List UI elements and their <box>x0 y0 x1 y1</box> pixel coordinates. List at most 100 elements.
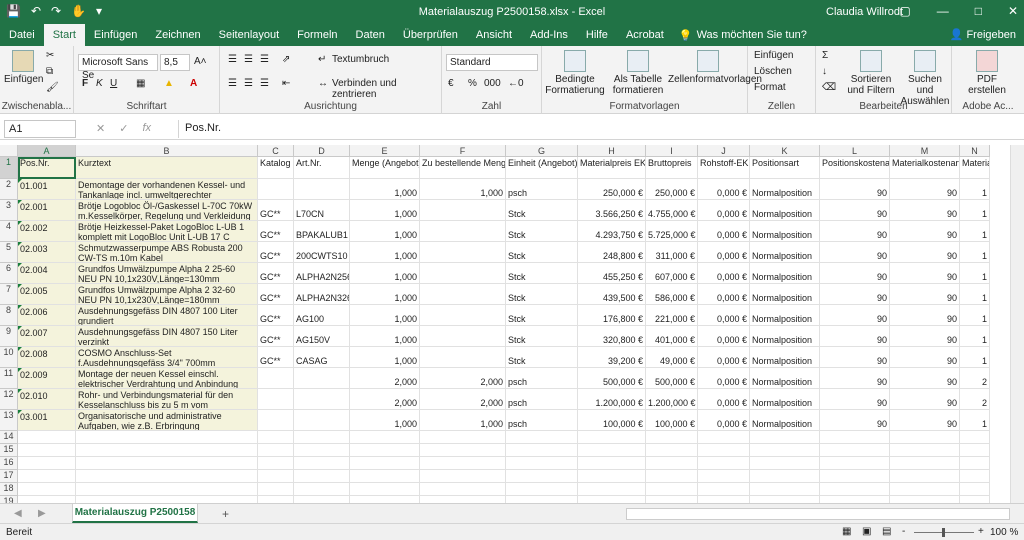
table-cell[interactable]: 90 <box>820 242 890 263</box>
table-cell[interactable] <box>960 470 990 483</box>
table-cell[interactable] <box>350 431 420 444</box>
table-cell[interactable] <box>420 326 506 347</box>
table-cell[interactable]: Stck <box>506 326 578 347</box>
row-header[interactable]: 2 <box>0 179 18 200</box>
table-cell[interactable]: Stck <box>506 221 578 242</box>
table-cell[interactable]: 2,000 <box>350 389 420 410</box>
table-cell[interactable] <box>420 483 506 496</box>
table-cell[interactable]: 0,000 € <box>698 305 750 326</box>
borders-icon[interactable]: ▦ <box>136 78 145 89</box>
cell-styles-button[interactable]: Zellenformatvorlagen <box>668 50 762 85</box>
tab-start[interactable]: Start <box>43 24 85 46</box>
table-cell[interactable] <box>420 496 506 503</box>
table-cell[interactable]: 100,000 € <box>646 410 698 431</box>
page-break-icon[interactable]: ▤ <box>882 526 891 537</box>
table-cell[interactable] <box>420 221 506 242</box>
table-cell[interactable]: ALPHA2N3260 <box>294 284 350 305</box>
tab-acrobat[interactable]: Acrobat <box>617 24 673 46</box>
table-cell[interactable]: 4.293,750 € <box>578 221 646 242</box>
table-cell[interactable]: 90 <box>820 221 890 242</box>
table-cell[interactable] <box>18 470 76 483</box>
header-cell[interactable]: Zu bestellende Menge <box>420 157 506 179</box>
table-cell[interactable]: GC** <box>258 200 294 221</box>
table-cell[interactable]: 02.007 <box>18 326 76 347</box>
table-cell[interactable]: Schmutzwasserpumpe ABS Robusta 200 CW-TS… <box>76 242 258 263</box>
table-cell[interactable]: 90 <box>820 284 890 305</box>
table-cell[interactable] <box>750 457 820 470</box>
table-cell[interactable] <box>258 368 294 389</box>
table-cell[interactable]: 0,000 € <box>698 200 750 221</box>
table-cell[interactable]: 02.005 <box>18 284 76 305</box>
row-header[interactable]: 7 <box>0 284 18 305</box>
table-cell[interactable]: 2,000 <box>420 368 506 389</box>
header-cell[interactable]: Pos.Nr. <box>18 157 76 179</box>
table-cell[interactable]: 1.200,000 € <box>646 389 698 410</box>
column-header-k[interactable]: K <box>750 145 820 157</box>
table-cell[interactable]: 90 <box>890 263 960 284</box>
align-top-icon[interactable]: ☰ <box>228 54 237 65</box>
row-header[interactable]: 12 <box>0 389 18 410</box>
table-cell[interactable]: psch <box>506 179 578 200</box>
table-cell[interactable]: Normalposition <box>750 284 820 305</box>
table-cell[interactable]: psch <box>506 389 578 410</box>
table-cell[interactable]: 90 <box>890 179 960 200</box>
table-cell[interactable]: L70CN <box>294 200 350 221</box>
vertical-scrollbar[interactable] <box>1010 145 1024 503</box>
font-name-select[interactable]: Microsoft Sans Se <box>78 54 158 81</box>
insert-function-icon[interactable]: fx <box>142 122 151 135</box>
normal-view-icon[interactable]: ▦ <box>842 526 851 537</box>
table-cell[interactable]: 2,000 <box>420 389 506 410</box>
clear-icon[interactable]: ⌫ <box>822 82 836 93</box>
column-header-j[interactable]: J <box>698 145 750 157</box>
table-cell[interactable]: Brötje Logobloc Öl-/Gaskessel L-70C 70kW… <box>76 200 258 221</box>
table-cell[interactable] <box>960 457 990 470</box>
table-cell[interactable]: 0,000 € <box>698 284 750 305</box>
table-cell[interactable]: 02.010 <box>18 389 76 410</box>
row-header[interactable]: 3 <box>0 200 18 221</box>
table-cell[interactable] <box>960 444 990 457</box>
table-cell[interactable] <box>646 444 698 457</box>
table-cell[interactable]: 1 <box>960 242 990 263</box>
table-cell[interactable]: 90 <box>820 410 890 431</box>
table-cell[interactable] <box>750 496 820 503</box>
row-header[interactable]: 18 <box>0 483 18 496</box>
table-cell[interactable] <box>506 457 578 470</box>
table-cell[interactable]: 02.006 <box>18 305 76 326</box>
row-header[interactable]: 6 <box>0 263 18 284</box>
table-cell[interactable]: 401,000 € <box>646 326 698 347</box>
indent-icon[interactable]: ⇤ <box>282 78 290 89</box>
table-cell[interactable]: 0,000 € <box>698 410 750 431</box>
currency-icon[interactable]: € <box>448 78 454 89</box>
ribbon-display-icon[interactable]: ▢ <box>899 4 910 18</box>
select-all-corner[interactable] <box>0 145 18 157</box>
autosum-icon[interactable]: Σ <box>822 50 828 61</box>
table-cell[interactable]: psch <box>506 410 578 431</box>
table-cell[interactable] <box>890 483 960 496</box>
table-cell[interactable]: 0,000 € <box>698 242 750 263</box>
table-cell[interactable] <box>578 483 646 496</box>
column-header-f[interactable]: F <box>420 145 506 157</box>
find-select-button[interactable]: Suchen und Auswählen <box>900 50 950 107</box>
header-cell[interactable]: Menge (Angebot) <box>350 157 420 179</box>
tab-ueberpruefen[interactable]: Überprüfen <box>394 24 467 46</box>
table-cell[interactable] <box>294 431 350 444</box>
header-cell[interactable]: Positionsart <box>750 157 820 179</box>
table-cell[interactable]: Normalposition <box>750 368 820 389</box>
table-cell[interactable]: Normalposition <box>750 326 820 347</box>
table-cell[interactable]: 1,000 <box>350 242 420 263</box>
header-cell[interactable]: Materialkostenart <box>890 157 960 179</box>
table-cell[interactable]: 0,000 € <box>698 368 750 389</box>
table-cell[interactable]: GC** <box>258 263 294 284</box>
horizontal-scrollbar[interactable] <box>626 508 1010 520</box>
italic-button[interactable]: K <box>96 78 103 89</box>
table-cell[interactable]: 02.003 <box>18 242 76 263</box>
table-cell[interactable]: 0,000 € <box>698 326 750 347</box>
zoom-in-button[interactable]: + <box>978 526 984 537</box>
table-cell[interactable]: 1.200,000 € <box>578 389 646 410</box>
table-cell[interactable] <box>294 368 350 389</box>
table-cell[interactable]: 90 <box>890 389 960 410</box>
enter-icon[interactable]: ✓ <box>119 122 128 135</box>
row-header[interactable]: 1 <box>0 157 18 179</box>
table-cell[interactable] <box>294 483 350 496</box>
table-cell[interactable]: 1 <box>960 284 990 305</box>
